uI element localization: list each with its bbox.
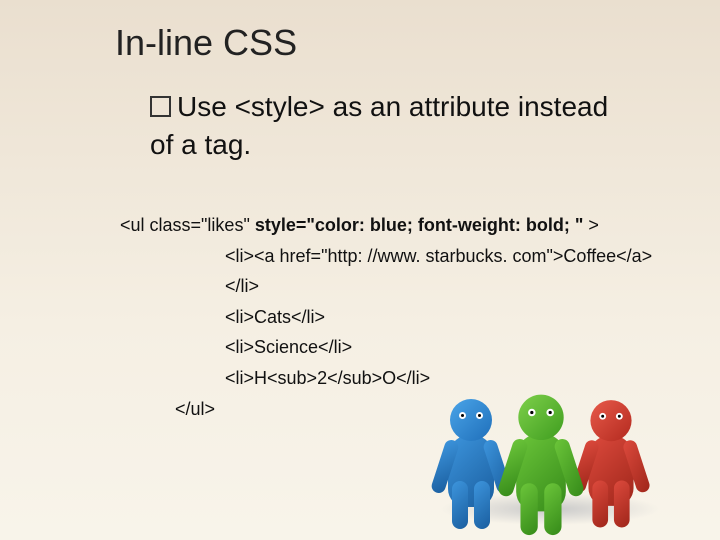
figure-blue bbox=[448, 399, 494, 507]
figure-red bbox=[588, 400, 633, 506]
code-l1-style: style="color: blue; font-weight: bold; " bbox=[255, 215, 584, 235]
figure-green bbox=[516, 395, 566, 512]
slide-title: In-line CSS bbox=[115, 22, 297, 64]
code-line-2: <li><a href="http: //www. starbucks. com… bbox=[120, 241, 680, 302]
bullet-box-icon bbox=[150, 96, 171, 117]
subtitle-text-1: Use bbox=[177, 91, 235, 122]
people-illustration bbox=[440, 315, 660, 525]
code-l1-c: > bbox=[583, 215, 599, 235]
code-l1-a: <ul class="likes" bbox=[120, 215, 255, 235]
subtitle-code: <style> bbox=[235, 91, 325, 122]
code-line-1: <ul class="likes" style="color: blue; fo… bbox=[120, 210, 680, 241]
slide-subtitle: Use <style> as an attribute instead of a… bbox=[150, 88, 630, 164]
